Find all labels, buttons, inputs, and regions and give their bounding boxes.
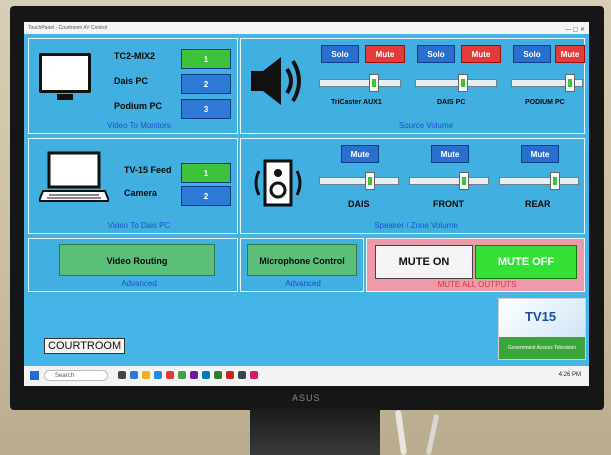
monitor-icon (39, 53, 91, 93)
start-icon[interactable] (30, 371, 39, 380)
zone-volume-panel: Mute DAIS Mute FRONT Mute REAR Speaker /… (240, 138, 585, 234)
app-icon[interactable] (250, 371, 258, 379)
mute-all-caption: MUTE ALL OUTPUTS (437, 280, 517, 289)
mute-button-dais-zone[interactable]: Mute (341, 145, 379, 163)
source-label: TC2-MIX2 (114, 51, 156, 61)
solo-button-dais-pc[interactable]: Solo (417, 45, 455, 63)
app-icon[interactable] (166, 371, 174, 379)
slider-thumb[interactable] (459, 172, 469, 190)
mute-button-dais-pc[interactable]: Mute (461, 45, 501, 63)
panel-caption: Source Volume (398, 121, 454, 130)
taskbar-clock: 4:26 PM (558, 372, 581, 378)
solo-button-podium-pc[interactable]: Solo (513, 45, 551, 63)
dais-source-2-button[interactable]: 2 (181, 186, 231, 206)
dais-source-1-button[interactable]: 1 (181, 163, 231, 183)
monitor-icon-stand (57, 94, 73, 100)
taskbar-search[interactable]: Search (44, 370, 108, 381)
microphone-control-button[interactable]: Microphone Control (247, 244, 357, 276)
mute-button-tricaster[interactable]: Mute (365, 45, 405, 63)
monitor-source-3-button[interactable]: 3 (181, 99, 231, 119)
app-icon[interactable] (202, 371, 210, 379)
zone-label: REAR (525, 199, 551, 209)
logo-tagline: Government Access Television (499, 337, 585, 359)
app-icon[interactable] (214, 371, 222, 379)
app-icon[interactable] (238, 371, 246, 379)
panel-caption: Video To Monitors (107, 121, 171, 130)
slider-thumb[interactable] (369, 74, 379, 92)
volume-slider-dais-pc[interactable] (415, 74, 497, 92)
app-icon[interactable] (178, 371, 186, 379)
source-label: Camera (124, 188, 158, 198)
volume-slider-tricaster[interactable] (319, 74, 401, 92)
folder-icon[interactable] (142, 371, 150, 379)
panel-caption: Speaker / Zone Volume (374, 221, 458, 230)
app-icon[interactable] (130, 371, 138, 379)
taskbar: Search 4:26 PM (24, 366, 589, 386)
task-view-icon[interactable] (118, 371, 126, 379)
room-name: COURTROOM (44, 338, 126, 354)
slider-thumb[interactable] (565, 74, 575, 92)
source-label: Podium PC (114, 101, 163, 111)
video-routing-button[interactable]: Video Routing (59, 244, 215, 276)
monitor-source-2-button[interactable]: 2 (181, 74, 231, 94)
mute-off-button[interactable]: MUTE OFF (475, 245, 577, 279)
monitor-brand: ASUS (292, 393, 321, 403)
window-title: TouchPanel - Courtroom AV Control (28, 25, 108, 31)
mute-button-front-zone[interactable]: Mute (431, 145, 469, 163)
laptop-icon (39, 151, 109, 202)
slider-thumb[interactable] (458, 74, 468, 92)
edge-icon[interactable] (154, 371, 162, 379)
app-icon[interactable] (226, 371, 234, 379)
video-routing-panel: Video Routing Advanced (28, 238, 238, 292)
loudspeaker-icon (254, 159, 302, 207)
speaker-icon (251, 57, 301, 105)
channel-label: PODIUM PC (525, 99, 565, 106)
window-titlebar: TouchPanel - Courtroom AV Control — ▢ ✕ (24, 22, 589, 34)
video-to-monitors-panel: TC2-MIX2 Dais PC Podium PC 1 2 3 Video T… (28, 38, 238, 134)
mute-all-panel: MUTE ON MUTE OFF MUTE ALL OUTPUTS (366, 238, 585, 292)
panel-caption: Video To Dais PC (107, 221, 171, 230)
solo-button-tricaster[interactable]: Solo (321, 45, 359, 63)
channel-label: TriCaster AUX1 (331, 99, 382, 106)
video-to-dais-pc-panel: TV-15 Feed Camera 1 2 Video To Dais PC (28, 138, 238, 234)
mute-on-button[interactable]: MUTE ON (375, 245, 473, 279)
source-label: Dais PC (114, 76, 149, 86)
volume-slider-front-zone[interactable] (409, 172, 489, 190)
window-controls[interactable]: — ▢ ✕ (565, 24, 585, 36)
microphone-panel: Microphone Control Advanced (240, 238, 364, 292)
volume-slider-rear-zone[interactable] (499, 172, 579, 190)
slider-thumb[interactable] (550, 172, 560, 190)
volume-slider-dais-zone[interactable] (319, 172, 399, 190)
monitor-source-1-button[interactable]: 1 (181, 49, 231, 69)
source-label: TV-15 Feed (124, 165, 172, 175)
monitor-stand (250, 408, 380, 455)
source-volume-panel: Solo Mute TriCaster AUX1 Solo Mute DAIS … (240, 38, 585, 134)
screen: TouchPanel - Courtroom AV Control — ▢ ✕ … (24, 22, 589, 386)
app-icon[interactable] (190, 371, 198, 379)
volume-slider-podium-pc[interactable] (511, 74, 583, 92)
tv15-logo: TV15 Government Access Television (498, 298, 586, 360)
logo-text: TV15 (525, 309, 557, 324)
channel-label: DAIS PC (437, 99, 466, 106)
mute-button-rear-zone[interactable]: Mute (521, 145, 559, 163)
zone-label: FRONT (433, 199, 464, 209)
zone-label: DAIS (348, 199, 370, 209)
advanced-caption: Advanced (121, 279, 157, 288)
advanced-caption: Advanced (285, 279, 321, 288)
mute-button-podium-pc[interactable]: Mute (555, 45, 585, 63)
slider-thumb[interactable] (365, 172, 375, 190)
